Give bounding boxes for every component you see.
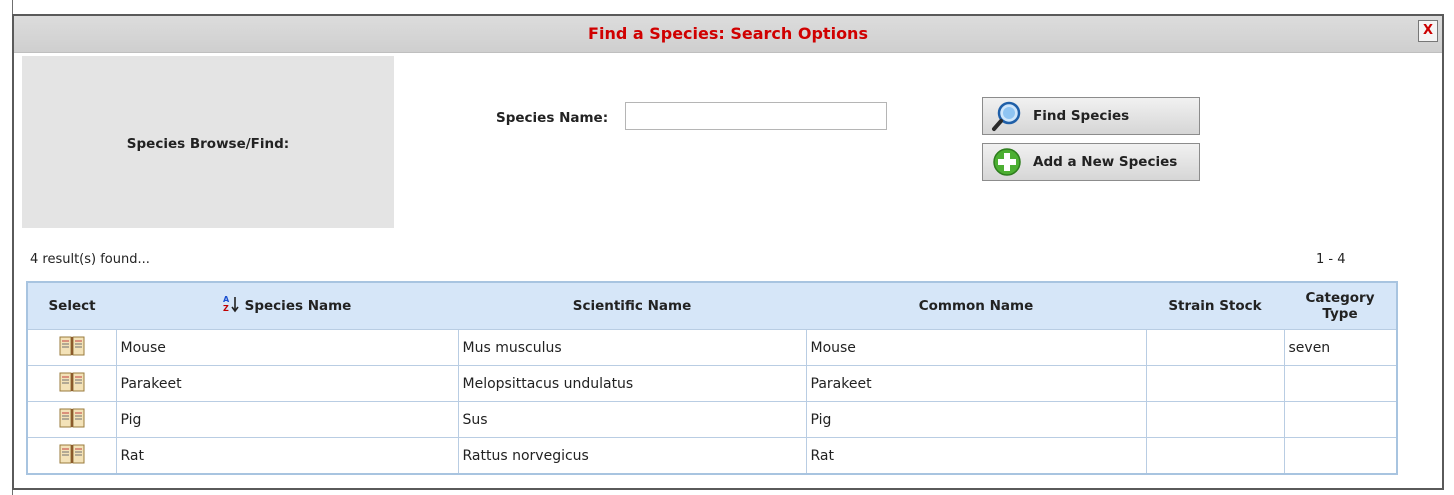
- find-species-dialog: Find a Species: Search Options X Species…: [12, 14, 1444, 490]
- select-cell[interactable]: [26, 437, 117, 475]
- common-name-cell: Parakeet: [805, 365, 1147, 402]
- add-new-species-button[interactable]: Add a New Species: [982, 143, 1200, 181]
- background-page-top: [0, 0, 1454, 14]
- book-icon[interactable]: [58, 407, 86, 433]
- plus-circle-icon: [991, 146, 1023, 178]
- select-cell[interactable]: [26, 365, 117, 402]
- species-name-label: Species Name:: [496, 110, 609, 126]
- strain-stock-cell: [1145, 401, 1285, 438]
- close-button[interactable]: X: [1418, 20, 1438, 42]
- find-species-button[interactable]: Find Species: [982, 97, 1200, 135]
- strain-stock-cell: [1145, 365, 1285, 402]
- species-name-input[interactable]: [625, 102, 887, 130]
- magnifier-icon: [991, 100, 1023, 132]
- column-header-strain-stock: Strain Stock: [1146, 282, 1284, 330]
- scientific-name-cell: Sus: [457, 401, 807, 438]
- column-header-common-name: Common Name: [806, 282, 1146, 330]
- category-type-cell: [1283, 401, 1398, 438]
- species-name-cell: Mouse: [115, 329, 459, 366]
- paging-indicator: 1 - 4: [1316, 252, 1346, 267]
- column-header-category-type: Category Type: [1284, 282, 1397, 330]
- common-name-cell: Rat: [805, 437, 1147, 475]
- scientific-name-cell: Mus musculus: [457, 329, 807, 366]
- table-row: Rat Rattus norvegicus Rat: [26, 437, 1398, 475]
- close-icon: X: [1422, 23, 1434, 38]
- book-icon[interactable]: [58, 371, 86, 397]
- table-row: Mouse Mus musculus Mouse seven: [26, 329, 1398, 366]
- table-row: Parakeet Melopsittacus undulatus Parakee…: [26, 365, 1398, 402]
- strain-stock-cell: [1145, 329, 1285, 366]
- category-type-cell: [1283, 365, 1398, 402]
- column-header-select: Select: [27, 282, 116, 330]
- species-name-cell: Pig: [115, 401, 459, 438]
- species-browse-panel: Species Browse/Find:: [22, 56, 394, 228]
- browse-find-label: Species Browse/Find:: [126, 136, 290, 152]
- species-name-cell: Rat: [115, 437, 459, 475]
- dialog-title: Find a Species: Search Options: [588, 24, 868, 43]
- svg-text:Z: Z: [223, 304, 229, 313]
- scientific-name-cell: Melopsittacus undulatus: [457, 365, 807, 402]
- table-row: Pig Sus Pig: [26, 401, 1398, 438]
- book-icon[interactable]: [58, 443, 86, 469]
- category-type-cell: [1283, 437, 1398, 475]
- common-name-cell: Pig: [805, 401, 1147, 438]
- find-species-label: Find Species: [1033, 108, 1130, 124]
- common-name-cell: Mouse: [805, 329, 1147, 366]
- column-header-species-name-label: Species Name: [244, 298, 352, 314]
- book-icon[interactable]: [58, 335, 86, 361]
- column-header-species-name[interactable]: A Z Species Name: [116, 282, 458, 330]
- sort-az-icon: A Z: [223, 295, 239, 317]
- add-new-species-label: Add a New Species: [1033, 154, 1178, 170]
- category-type-cell: seven: [1283, 329, 1398, 366]
- dialog-titlebar: Find a Species: Search Options X: [14, 16, 1442, 53]
- species-results-table: Select A Z Species Name Scientific Name …: [26, 281, 1398, 475]
- results-count: 4 result(s) found...: [30, 252, 150, 267]
- scientific-name-cell: Rattus norvegicus: [457, 437, 807, 475]
- svg-text:A: A: [223, 295, 230, 304]
- column-header-scientific-name: Scientific Name: [458, 282, 806, 330]
- select-cell[interactable]: [26, 329, 117, 366]
- select-cell[interactable]: [26, 401, 117, 438]
- table-header-row: Select A Z Species Name Scientific Name …: [27, 282, 1397, 330]
- species-name-cell: Parakeet: [115, 365, 459, 402]
- strain-stock-cell: [1145, 437, 1285, 475]
